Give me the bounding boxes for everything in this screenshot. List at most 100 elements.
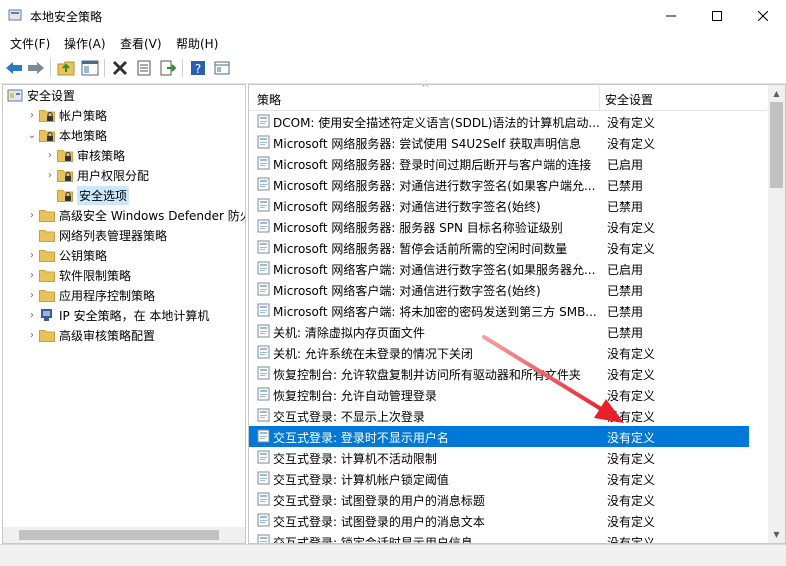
collapsed-chevron-icon[interactable]: › — [25, 265, 39, 285]
window-title: 本地安全策略 — [30, 10, 103, 24]
tree-item[interactable]: › 帐户策略 — [25, 105, 107, 125]
policy-row[interactable]: 交互式登录: 计算机不活动限制 没有定义 — [249, 447, 749, 468]
policy-row[interactable]: Microsoft 网络服务器: 登录时间过期后断开与客户端的连接 已启用 — [249, 153, 749, 174]
policy-row[interactable]: DCOM: 使用安全描述符定义语言(SDDL)语法的计算机启动... 没有定义 — [249, 111, 749, 132]
policy-row[interactable]: 交互式登录: 锁定会话时显示用户信息 没有定义 — [249, 531, 749, 544]
policy-row[interactable]: Microsoft 网络服务器: 暂停会话前所需的空闲时间数量 没有定义 — [249, 237, 749, 258]
policy-row[interactable]: Microsoft 网络服务器: 尝试使用 S4U2Self 获取声明信息 没有定… — [249, 132, 749, 153]
menu-file[interactable]: 文件(F) — [10, 35, 50, 52]
horizontal-scrollbar[interactable] — [3, 527, 245, 543]
policy-row[interactable]: Microsoft 网络客户端: 对通信进行数字签名(如果服务器允... 已启用 — [249, 258, 749, 279]
policy-row[interactable]: Microsoft 网络客户端: 将未加密的密码发送到第三方 SMB... 已禁用 — [249, 300, 749, 321]
tree-item-label: 审核策略 — [77, 148, 126, 163]
policy-name: 交互式登录: 不显示上次登录 — [273, 410, 425, 424]
close-button[interactable] — [740, 0, 786, 31]
policy-row[interactable]: 交互式登录: 不显示上次登录 没有定义 — [249, 405, 749, 426]
policy-setting: 已禁用 — [607, 326, 644, 340]
show-tree-button[interactable] — [80, 58, 100, 78]
forward-button[interactable] — [26, 58, 46, 78]
tree-item[interactable]: › 用户权限分配 — [43, 165, 149, 185]
up-folder-button[interactable] — [56, 58, 76, 78]
tree-item[interactable]: › 公钥策略 — [25, 245, 107, 265]
policy-row[interactable]: 交互式登录: 登录时不显示用户名 没有定义 — [249, 426, 749, 447]
policy-setting: 已禁用 — [607, 200, 644, 214]
menu-view[interactable]: 查看(V) — [120, 35, 162, 52]
policy-setting: 已禁用 — [607, 305, 644, 319]
delete-button[interactable] — [110, 58, 130, 78]
maximize-button[interactable] — [694, 0, 740, 31]
policy-row[interactable]: 交互式登录: 试图登录的用户的消息文本 没有定义 — [249, 510, 749, 531]
tree-item[interactable]: › 高级安全 Windows Defender 防火墙 — [25, 205, 245, 225]
tree-item[interactable]: › 软件限制策略 — [25, 265, 131, 285]
policy-row[interactable]: Microsoft 网络服务器: 对通信进行数字签名(如果客户端允... 已禁用 — [249, 174, 749, 195]
tree-item[interactable]: 网络列表管理器策略 — [25, 225, 167, 245]
policy-setting: 没有定义 — [607, 536, 656, 544]
tree-item[interactable]: › 审核策略 — [43, 145, 125, 165]
tree-item-label: 帐户策略 — [59, 108, 108, 123]
collapsed-chevron-icon[interactable]: › — [25, 205, 39, 225]
policy-icon — [257, 345, 270, 359]
help-button[interactable]: ? — [188, 58, 208, 78]
tree-item[interactable]: 安全设置 — [7, 85, 75, 105]
collapsed-chevron-icon[interactable]: › — [25, 305, 39, 325]
export-button[interactable] — [158, 58, 178, 78]
collapsed-chevron-icon[interactable]: › — [43, 145, 57, 165]
collapsed-chevron-icon[interactable]: › — [25, 285, 39, 305]
policy-name: Microsoft 网络客户端: 对通信进行数字签名(始终) — [273, 284, 541, 298]
tree-item-label: 应用程序控制策略 — [59, 288, 156, 303]
column-header-setting[interactable]: 安全设置 — [605, 91, 653, 108]
policy-name: 交互式登录: 试图登录的用户的消息文本 — [273, 515, 485, 529]
folder-lock-icon — [39, 110, 55, 122]
policy-row[interactable]: 关机: 允许系统在未登录的情况下关闭 没有定义 — [249, 342, 749, 363]
policy-row[interactable]: 关机: 清除虚拟内存页面文件 已禁用 — [249, 321, 749, 342]
minimize-button[interactable] — [648, 0, 694, 31]
expanded-chevron-icon[interactable]: ⌄ — [25, 125, 39, 145]
policy-name: 关机: 清除虚拟内存页面文件 — [273, 326, 425, 340]
policy-row[interactable]: Microsoft 网络服务器: 对通信进行数字签名(始终) 已禁用 — [249, 195, 749, 216]
folder-icon — [39, 210, 55, 222]
policy-row[interactable]: Microsoft 网络客户端: 对通信进行数字签名(始终) 已禁用 — [249, 279, 749, 300]
collapsed-chevron-icon[interactable]: › — [25, 245, 39, 265]
tree-item[interactable]: › 应用程序控制策略 — [25, 285, 155, 305]
tree-item[interactable]: › 高级审核策略配置 — [25, 325, 155, 345]
policy-icon — [257, 282, 270, 296]
policy-setting: 已启用 — [607, 263, 644, 277]
folder-icon — [39, 230, 55, 242]
policy-row[interactable]: 恢复控制台: 允许自动管理登录 没有定义 — [249, 384, 749, 405]
folder-lock-icon — [57, 170, 73, 182]
folder-icon — [39, 290, 55, 302]
collapsed-chevron-icon[interactable]: › — [43, 165, 57, 185]
scroll-up-icon[interactable]: ▲ — [768, 85, 785, 102]
tree-item[interactable]: 安全选项 — [43, 185, 130, 205]
export-icon — [160, 60, 176, 76]
tree-item[interactable]: › IP 安全策略，在 本地计算机 — [25, 305, 209, 325]
policy-setting: 没有定义 — [607, 494, 656, 508]
tree-item-label: 网络列表管理器策略 — [59, 228, 168, 243]
vertical-scrollbar[interactable]: ▲ ▼ — [768, 85, 785, 543]
policy-icon — [257, 366, 270, 380]
policy-row[interactable]: Microsoft 网络服务器: 服务器 SPN 目标名称验证级别 没有定义 — [249, 216, 749, 237]
folder-lock-icon — [39, 130, 55, 142]
scroll-thumb[interactable] — [19, 530, 219, 540]
app-icon — [8, 9, 22, 21]
forward-icon — [28, 62, 44, 74]
menu-action[interactable]: 操作(A) — [64, 35, 106, 52]
collapsed-chevron-icon[interactable]: › — [25, 325, 39, 345]
menu-help[interactable]: 帮助(H) — [176, 35, 218, 52]
policy-row[interactable]: 恢复控制台: 允许软盘复制并访问所有驱动器和所有文件夹 没有定义 — [249, 363, 749, 384]
policy-row[interactable]: 交互式登录: 试图登录的用户的消息标题 没有定义 — [249, 489, 749, 510]
policy-setting: 没有定义 — [607, 410, 656, 424]
scroll-down-icon[interactable]: ▼ — [768, 526, 785, 543]
tree-item[interactable]: ⌄ 本地策略 — [25, 125, 107, 145]
policy-name: 恢复控制台: 允许自动管理登录 — [273, 389, 437, 403]
column-header-policy[interactable]: 策略 — [257, 91, 281, 108]
collapsed-chevron-icon[interactable]: › — [25, 105, 39, 125]
policy-setting: 没有定义 — [607, 242, 656, 256]
back-button[interactable] — [4, 58, 24, 78]
scroll-thumb[interactable] — [770, 102, 783, 188]
policy-row[interactable]: 交互式登录: 计算机帐户锁定阈值 没有定义 — [249, 468, 749, 489]
view-button[interactable] — [212, 58, 232, 78]
policy-icon — [257, 198, 270, 212]
properties-button[interactable] — [134, 58, 154, 78]
tree-item-label: 安全设置 — [27, 88, 76, 103]
